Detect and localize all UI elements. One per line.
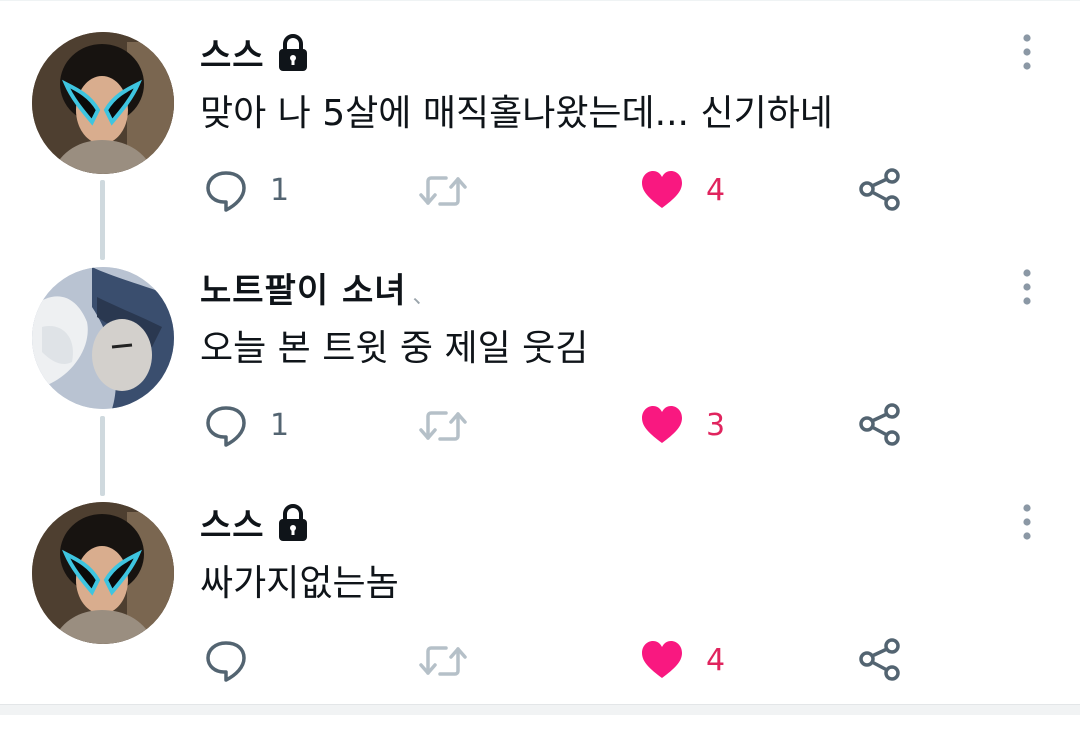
reply-button[interactable]: 1 [204, 160, 289, 220]
speech-bubble-icon [206, 171, 246, 212]
like-button[interactable]: 4 [640, 160, 725, 220]
like-count: 4 [706, 172, 726, 208]
display-name[interactable]: 스스 [200, 28, 265, 77]
tweet-text: 맞아 나 5살에 매직홀나왔는데... 신기하네 [200, 93, 833, 134]
name-suffix: 、 [412, 284, 435, 309]
retweet-button[interactable] [418, 160, 468, 220]
tweet-text: 싸가지없는놈 [200, 563, 399, 604]
action-bar: 1 4 [0, 160, 1080, 220]
speech-bubble-icon [206, 406, 246, 447]
author-row: 스스 [200, 502, 311, 546]
like-button[interactable]: 4 [640, 630, 725, 690]
like-count: 3 [706, 407, 726, 443]
like-button[interactable]: 3 [640, 395, 725, 455]
action-bar: 1 3 [0, 395, 1080, 455]
reply-button[interactable]: 1 [204, 395, 289, 455]
retweet-button[interactable] [418, 395, 468, 455]
speech-bubble-icon [206, 641, 246, 682]
vertical-ellipsis-icon[interactable] [1016, 502, 1038, 542]
author-row: 노트팔이 소녀 、 [200, 267, 435, 311]
display-name[interactable]: 노트팔이 소녀 [200, 263, 407, 312]
top-divider [0, 0, 1080, 1]
share-icon [859, 403, 900, 446]
heart-icon [642, 171, 682, 208]
share-button[interactable] [858, 630, 902, 690]
lock-icon [276, 34, 309, 72]
avatar[interactable] [32, 267, 174, 409]
reply-count: 1 [270, 172, 290, 208]
retweet-button[interactable] [418, 630, 468, 690]
reply-button[interactable] [204, 630, 270, 690]
tweet: 노트팔이 소녀 、 오늘 본 트윗 중 제일 웃김 1 3 [0, 267, 1080, 497]
tweet: 스스 싸가지없는놈 4 [0, 502, 1080, 732]
share-button[interactable] [858, 160, 902, 220]
avatar[interactable] [32, 502, 174, 644]
share-icon [859, 638, 900, 681]
heart-icon [642, 641, 682, 678]
reply-count: 1 [270, 407, 290, 443]
display-name[interactable]: 스스 [200, 498, 265, 547]
lock-icon [276, 504, 309, 542]
share-icon [859, 168, 900, 211]
retweet-icon [419, 646, 467, 676]
heart-icon [642, 406, 682, 443]
author-row: 스스 [200, 32, 311, 76]
share-button[interactable] [858, 395, 902, 455]
retweet-icon [419, 176, 467, 206]
action-bar: 4 [0, 630, 1080, 690]
avatar[interactable] [32, 32, 174, 174]
retweet-icon [419, 411, 467, 441]
tweet: 스스 맞아 나 5살에 매직홀나왔는데... 신기하네 1 4 [0, 32, 1080, 262]
vertical-ellipsis-icon[interactable] [1016, 267, 1038, 307]
like-count: 4 [706, 642, 726, 678]
vertical-ellipsis-icon[interactable] [1016, 32, 1038, 72]
bottom-divider [0, 704, 1080, 715]
tweet-text: 오늘 본 트윗 중 제일 웃김 [200, 328, 589, 369]
